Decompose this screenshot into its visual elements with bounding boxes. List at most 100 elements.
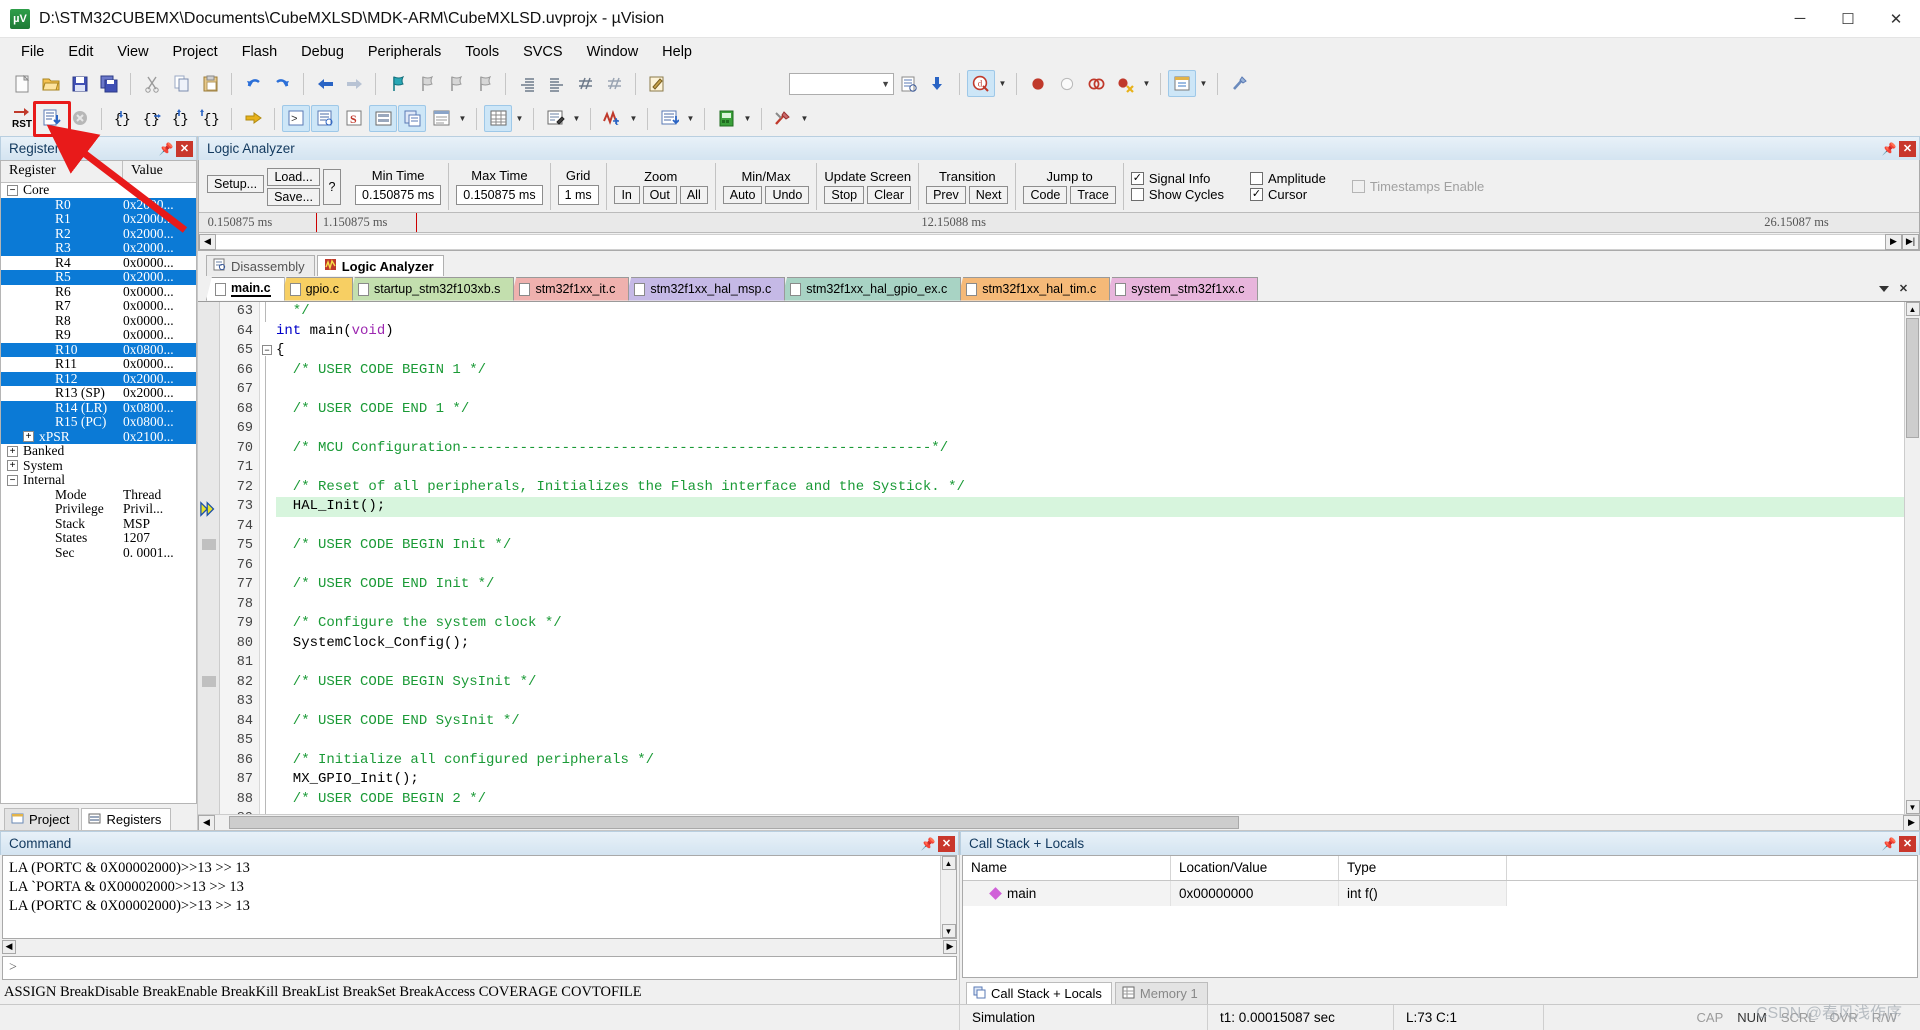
symbols-window-icon[interactable]: S	[340, 105, 368, 132]
watch-dropdown-icon[interactable]: ▼	[456, 105, 469, 132]
register-row[interactable]: +Sec0. 0001...	[1, 546, 196, 561]
close-document-icon[interactable]: ✕	[1895, 281, 1912, 297]
code-line[interactable]	[276, 595, 1904, 615]
grid-field[interactable]: 1 ms	[557, 185, 599, 205]
expand-icon[interactable]: +	[23, 431, 34, 443]
memory-dropdown-icon[interactable]: ▼	[513, 105, 526, 132]
fold-collapse-icon[interactable]: −	[262, 345, 272, 355]
register-row[interactable]: + System	[1, 459, 196, 474]
menu-item-file[interactable]: File	[10, 40, 55, 64]
code-line[interactable]: /* Configure the system clock */	[276, 614, 1904, 634]
checkbox-box[interactable]	[1130, 188, 1144, 201]
start-debug-icon[interactable]: d	[967, 70, 995, 97]
code-line[interactable]: int main(void)	[276, 322, 1904, 342]
register-row[interactable]: +ModeThread	[1, 488, 196, 503]
checkbox-box[interactable]	[1250, 172, 1264, 185]
code-line[interactable]: /* Reset of all peripherals, Initializes…	[276, 478, 1904, 498]
indent-right-icon[interactable]	[513, 70, 541, 97]
code-line[interactable]: /* USER CODE END SysInit */	[276, 712, 1904, 732]
scroll-left-icon[interactable]: ◀	[2, 939, 16, 954]
file-tab-startup-stm32f103xb-s[interactable]: startup_stm32f103xb.s	[348, 276, 515, 301]
file-tab-main-c[interactable]: main.c	[206, 276, 285, 301]
registers-window-icon[interactable]	[369, 105, 397, 132]
scroll-down-icon[interactable]: ▼	[1905, 800, 1920, 814]
register-row[interactable]: +R100x0800...	[1, 342, 196, 357]
open-file-icon[interactable]	[37, 70, 65, 97]
checkbox-show-cycles[interactable]: Show Cycles	[1130, 187, 1224, 202]
target-combo[interactable]: ▼	[789, 72, 894, 95]
expand-icon[interactable]: +	[7, 460, 18, 472]
maximize-button[interactable]: ☐	[1824, 0, 1872, 38]
scroll-end-icon[interactable]: ▶|	[1902, 233, 1919, 250]
step-over-icon[interactable]: {}	[138, 105, 166, 132]
editor-fold-column[interactable]: −	[260, 302, 276, 814]
zoom-out-button[interactable]: Out	[642, 186, 677, 204]
file-tab-stm32f1xx-it-c[interactable]: stm32f1xx_it.c	[510, 276, 630, 301]
call-stack-window-icon[interactable]	[398, 105, 426, 132]
menu-item-peripherals[interactable]: Peripherals	[357, 40, 452, 64]
disable-breakpoint-icon[interactable]	[1053, 70, 1081, 97]
new-file-icon[interactable]	[8, 70, 36, 97]
bookmark-next-icon[interactable]	[441, 70, 469, 97]
bookmark-clear-icon[interactable]	[470, 70, 498, 97]
save-all-icon[interactable]	[95, 70, 123, 97]
code-line[interactable]	[276, 380, 1904, 400]
system-viewer-dropdown-icon[interactable]: ▼	[741, 105, 754, 132]
scroll-up-icon[interactable]: ▲	[941, 856, 956, 870]
code-line[interactable]	[276, 731, 1904, 751]
menu-item-tools[interactable]: Tools	[454, 40, 510, 64]
system-viewer-icon[interactable]	[712, 105, 740, 132]
code-line[interactable]: {	[276, 341, 1904, 361]
close-icon[interactable]: ✕	[1899, 835, 1916, 852]
transition-prev-button[interactable]: Prev	[926, 186, 966, 204]
register-row[interactable]: + xPSR 0x2100...	[1, 429, 196, 444]
table-row[interactable]: main 0x00000000 int f()	[963, 881, 1917, 906]
analysis-window-icon[interactable]: t	[598, 105, 626, 132]
code-line[interactable]	[276, 556, 1904, 576]
checkbox-amplitude[interactable]: Amplitude	[1250, 171, 1326, 186]
setup-button[interactable]: Setup...	[207, 175, 265, 193]
doc-tab-disassembly[interactable]: Disassembly	[206, 255, 315, 276]
editor-vscrollbar[interactable]: ▲ ▼	[1904, 302, 1920, 814]
register-row[interactable]: +R15 (PC)0x0800...	[1, 415, 196, 430]
pin-icon[interactable]: 📌	[1881, 836, 1897, 852]
run-to-cursor-icon[interactable]: {}	[196, 105, 224, 132]
command-vscrollbar[interactable]: ▲ ▼	[940, 856, 956, 938]
code-line[interactable]	[276, 809, 1904, 814]
insert-breakpoint-icon[interactable]	[1024, 70, 1052, 97]
scroll-up-icon[interactable]: ▲	[1905, 302, 1920, 316]
start-debug-dropdown-icon[interactable]: ▼	[996, 70, 1009, 97]
close-icon[interactable]: ✕	[176, 140, 193, 157]
analysis-dropdown-icon[interactable]: ▼	[627, 105, 640, 132]
scroll-right-icon[interactable]: ▶	[943, 939, 957, 954]
reset-cpu-icon[interactable]: RST	[8, 105, 36, 132]
scroll-thumb[interactable]	[1906, 318, 1919, 438]
bookmark-toggle-icon[interactable]	[383, 70, 411, 97]
scroll-right-icon[interactable]: ▶	[1903, 814, 1920, 831]
bottom-tab-memory-1[interactable]: Memory 1	[1114, 982, 1208, 1004]
copy-icon[interactable]	[167, 70, 195, 97]
cut-icon[interactable]	[138, 70, 166, 97]
save-button[interactable]: Save...	[267, 187, 321, 206]
register-row[interactable]: +R10x2000...	[1, 212, 196, 227]
file-tab-stm32f1xx-hal-msp-c[interactable]: stm32f1xx_hal_msp.c	[625, 276, 786, 301]
menu-item-debug[interactable]: Debug	[290, 40, 355, 64]
redo-icon[interactable]	[268, 70, 296, 97]
register-row[interactable]: − Internal	[1, 473, 196, 488]
code-line[interactable]: /* USER CODE END 1 */	[276, 400, 1904, 420]
expand-icon[interactable]: +	[7, 445, 18, 457]
project-window-icon[interactable]	[1168, 70, 1196, 97]
jump-trace-button[interactable]: Trace	[1070, 186, 1116, 204]
register-row[interactable]: +States1207	[1, 531, 196, 546]
toolbox-dropdown-icon[interactable]: ▼	[798, 105, 811, 132]
step-into-icon[interactable]: {}	[109, 105, 137, 132]
menu-item-window[interactable]: Window	[576, 40, 650, 64]
editor-hscrollbar[interactable]: ◀ ▶	[198, 814, 1920, 831]
minmax-undo-button[interactable]: Undo	[765, 186, 810, 204]
register-row[interactable]: +StackMSP	[1, 517, 196, 532]
register-row[interactable]: − Core	[1, 183, 196, 198]
paste-icon[interactable]	[196, 70, 224, 97]
scroll-left-icon[interactable]: ◀	[199, 233, 216, 250]
command-window-icon[interactable]: >	[282, 105, 310, 132]
code-line[interactable]: /* Initialize all configured peripherals…	[276, 751, 1904, 771]
